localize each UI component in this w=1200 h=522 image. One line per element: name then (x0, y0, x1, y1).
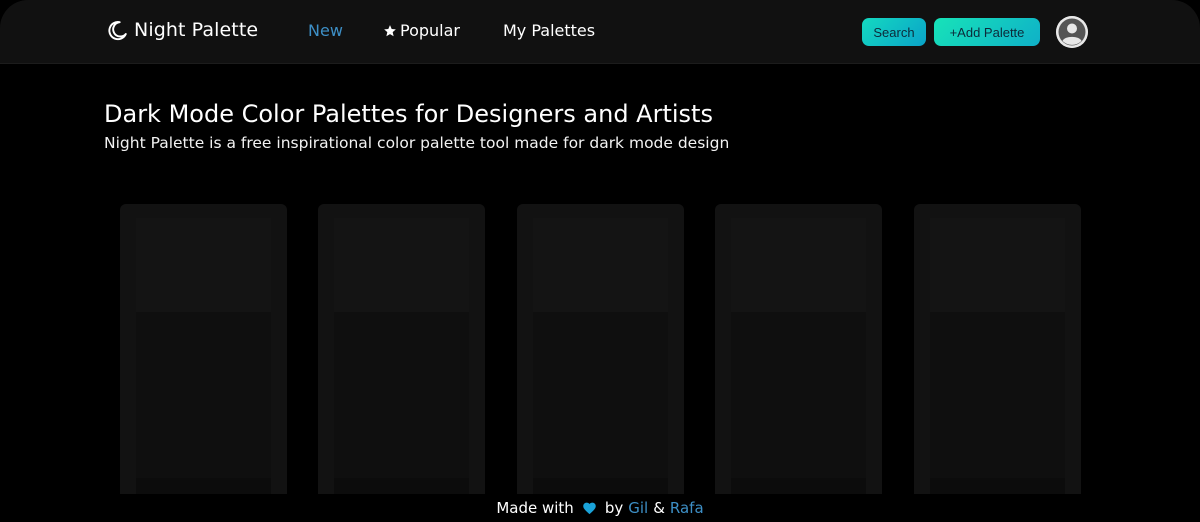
palette-swatch (533, 312, 668, 478)
user-avatar-icon (1056, 16, 1088, 48)
palette-swatch (731, 312, 866, 478)
palette-swatch (334, 218, 469, 312)
heart-icon (583, 502, 596, 514)
footer-ampersand: & (653, 499, 665, 517)
palette-swatch (334, 478, 469, 494)
moon-icon (108, 20, 127, 40)
logo[interactable]: Night Palette (107, 19, 258, 41)
palette-swatch (930, 478, 1065, 494)
star-icon (384, 24, 396, 36)
author-link-gil[interactable]: Gil (628, 499, 648, 517)
palette-card-placeholder[interactable] (318, 204, 485, 494)
author-link-rafa[interactable]: Rafa (670, 499, 704, 517)
page-title: Dark Mode Color Palettes for Designers a… (104, 100, 713, 128)
footer-by: by (604, 499, 624, 517)
footer: Made with by Gil & Rafa (0, 494, 1200, 522)
user-avatar[interactable] (1056, 16, 1088, 48)
add-palette-button[interactable]: +Add Palette (934, 18, 1040, 46)
palette-card-placeholder[interactable] (517, 204, 684, 494)
top-navbar: Night Palette New Popular My Palettes Se… (0, 0, 1200, 64)
page-subtitle: Night Palette is a free inspirational co… (104, 134, 730, 152)
app-frame: Night Palette New Popular My Palettes Se… (0, 0, 1200, 522)
palette-swatch (930, 218, 1065, 312)
nav-new-label: New (308, 21, 343, 40)
nav-my-palettes-label: My Palettes (503, 21, 596, 40)
nav-popular-label: Popular (400, 21, 460, 40)
palette-swatch (533, 218, 668, 312)
palette-card-placeholder[interactable] (715, 204, 882, 494)
search-button[interactable]: Search (862, 18, 926, 46)
nav-new[interactable]: New (308, 21, 343, 40)
footer-made-with: Made with (496, 499, 574, 517)
palette-swatch (334, 312, 469, 478)
palette-swatch (731, 478, 866, 494)
logo-text: Night Palette (134, 19, 259, 41)
palette-swatch (533, 478, 668, 494)
nav-my-palettes[interactable]: My Palettes (503, 21, 595, 40)
nav-popular[interactable]: Popular (383, 21, 460, 40)
palette-swatch (136, 312, 271, 478)
palette-swatch (136, 478, 271, 494)
palette-swatch (731, 218, 866, 312)
palette-swatch (930, 312, 1065, 478)
palette-card-placeholder[interactable] (914, 204, 1081, 494)
palette-swatch (136, 218, 271, 312)
palette-card-placeholder[interactable] (120, 204, 287, 494)
